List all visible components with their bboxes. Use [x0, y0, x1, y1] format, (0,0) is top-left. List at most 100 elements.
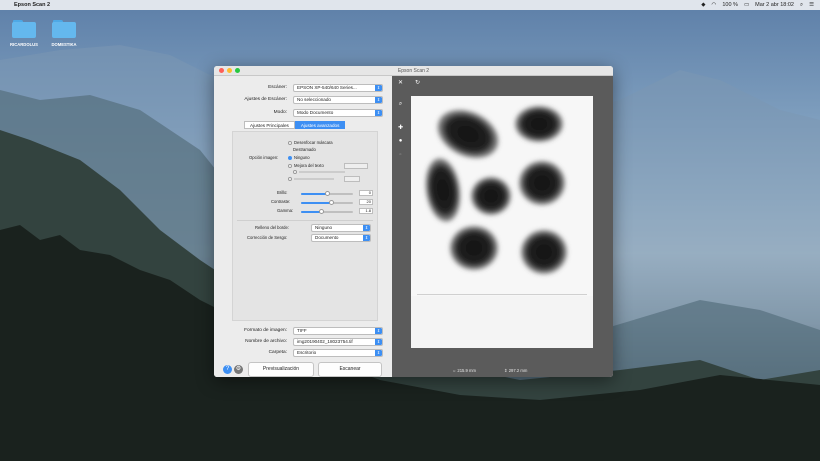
marquee-delete-icon[interactable]: ● [396, 138, 405, 144]
desktop-folder-label: DOMESTIKA [51, 42, 77, 47]
brightness-text: Brillo: [277, 190, 288, 195]
folder-row: Carpeta: [214, 348, 290, 357]
format-row: Formato de imagen: [214, 326, 290, 335]
folder-label: Carpeta: [268, 350, 287, 355]
epson-scan-window: Epson Scan 2 Escáner: EPSON XP-540/640 S… [214, 66, 613, 377]
image-option-none[interactable]: Ninguno [288, 155, 310, 160]
contrast-label: Contraste: [271, 199, 290, 204]
slider-knob[interactable] [319, 209, 324, 214]
filename-row: Nombre de archivo: [214, 337, 290, 346]
dim-level [344, 176, 360, 182]
image-option-label: Opción imagen: [249, 155, 278, 160]
unsharp-mask-option[interactable]: Desenfocar máscara [288, 140, 333, 145]
image-option-none-label: Ninguno [294, 155, 310, 160]
mode-label: Modo: [273, 110, 287, 115]
gamma-slider[interactable] [301, 209, 353, 214]
marquee-add-icon[interactable]: ✚ [396, 124, 405, 131]
help-icon[interactable]: ? [223, 365, 232, 374]
background-select[interactable]: Ninguno ⇕ [311, 224, 371, 232]
checkbox[interactable] [288, 140, 292, 145]
battery-text: 100 % [722, 2, 738, 8]
preview-button[interactable]: Previsualización [248, 362, 314, 377]
scan-button[interactable]: Escanear [318, 362, 382, 377]
settings-value: No seleccionado [297, 97, 331, 102]
radio-icon[interactable] [288, 163, 292, 168]
radio-icon [288, 177, 292, 181]
radio-icon [293, 170, 297, 174]
marquee-copy-icon[interactable]: ▫ [396, 152, 405, 158]
mode-select[interactable]: Modo Documento ⇕ [293, 109, 383, 117]
zoom-icon[interactable]: ⌕ [396, 101, 405, 108]
chevron-updown-icon: ⇕ [363, 225, 370, 231]
scanner-row: Escáner: [214, 83, 290, 92]
slider-knob[interactable] [325, 191, 330, 196]
scanned-document-preview [411, 96, 593, 348]
menubar-status: ◆ ◠ 100 % ▭ Mar 2 abr 18:02 ⌕ ☰ [701, 2, 814, 9]
brightness-value[interactable]: 0 [359, 190, 373, 196]
slider-knob[interactable] [329, 200, 334, 205]
preview-area: ✕ ↻ ⌕ ✚ ● ▫ ⇔ 215.9 mm ⇕ 297.2 mm [392, 76, 613, 377]
wifi-icon[interactable]: ◠ [712, 2, 717, 8]
rotate-icon[interactable]: ↻ [413, 79, 422, 86]
format-value: TIFF [297, 328, 307, 333]
chevron-updown-icon: ⇕ [375, 339, 382, 345]
close-preview-icon[interactable]: ✕ [396, 79, 405, 86]
desktop-folder-label: RICARDOLUS [10, 42, 38, 47]
format-select[interactable]: TIFF ⇕ [293, 327, 383, 335]
skew-label: Corrección de Sesgo: [247, 235, 287, 240]
radio-icon[interactable] [288, 155, 292, 160]
window-titlebar[interactable]: Epson Scan 2 [214, 66, 613, 76]
tab-advanced-settings[interactable]: Ajustes avanzados [294, 121, 346, 129]
preview-height: ⇕ 297.2 mm [504, 368, 527, 373]
gamma-text: Gamma: [277, 208, 294, 213]
dropbox-icon[interactable]: ◆ [701, 2, 705, 8]
folder-icon [12, 20, 36, 38]
background-label: Relleno del borde: [255, 225, 289, 230]
settings-label: Ajustes de Escáner: [244, 97, 287, 102]
search-icon[interactable]: ⌕ [800, 2, 803, 9]
scanner-value: EPSON XP-540/640 Series... [297, 85, 357, 90]
settings-row: Ajustes de Escáner: [214, 95, 290, 104]
background-text: Relleno del borde: [255, 225, 289, 230]
contrast-slider[interactable] [301, 200, 353, 205]
contrast-text: Contraste: [271, 199, 291, 204]
menu-list-icon[interactable]: ☰ [809, 2, 814, 8]
chevron-updown-icon: ⇕ [375, 328, 382, 334]
image-option-text-enhance[interactable]: Mejora del texto [288, 163, 324, 168]
filename-value: img20190402_18023754.tif [297, 339, 353, 344]
tab-main-settings[interactable]: Ajustes Principales [244, 121, 295, 129]
dim-option-line [299, 171, 345, 173]
scanner-label: Escáner: [268, 85, 287, 90]
scanner-settings-select[interactable]: No seleccionado ⇕ [293, 96, 383, 104]
clock[interactable]: Mar 2 abr 18:02 [755, 2, 794, 8]
dim-option-2 [288, 177, 334, 181]
descreening-option: Destramado [293, 147, 316, 152]
preview-width: ⇔ 215.9 mm [452, 368, 476, 373]
chevron-updown-icon: ⇕ [363, 235, 370, 241]
unsharp-mask-label: Desenfocar máscara [294, 140, 333, 145]
scanner-select[interactable]: EPSON XP-540/640 Series... ⇕ [293, 84, 383, 92]
chevron-updown-icon: ⇕ [375, 110, 382, 116]
filename-select[interactable]: img20190402_18023754.tif ⇕ [293, 338, 383, 346]
gear-icon[interactable]: ⚙ [234, 365, 243, 374]
battery-icon[interactable]: ▭ [744, 2, 749, 8]
skew-text: Corrección de Sesgo: [247, 235, 288, 240]
brightness-slider[interactable] [301, 191, 353, 196]
chevron-updown-icon: ⇕ [375, 350, 382, 356]
text-enhance-level [344, 163, 368, 169]
folder-select[interactable]: Escritorio ⇕ [293, 349, 383, 357]
advanced-settings-panel: Desenfocar máscara Destramado Opción ima… [232, 131, 378, 321]
skew-select[interactable]: Documento ⇕ [311, 234, 371, 242]
menubar-app-name[interactable]: Epson Scan 2 [14, 2, 50, 8]
filename-label: Nombre de archivo: [245, 339, 287, 344]
background-value: Ninguno [315, 225, 333, 230]
brightness-label: Brillo: [277, 190, 287, 195]
gamma-value[interactable]: 1.8 [359, 208, 373, 214]
divider [237, 220, 373, 221]
desktop-folder-ricardolus[interactable]: RICARDOLUS [6, 20, 42, 47]
width-text: 215.9 mm [457, 368, 476, 373]
folder-value: Escritorio [297, 350, 317, 355]
contrast-value[interactable]: 20 [359, 199, 373, 205]
skew-value: Documento [315, 235, 339, 240]
desktop-folder-domestika[interactable]: DOMESTIKA [46, 20, 82, 47]
